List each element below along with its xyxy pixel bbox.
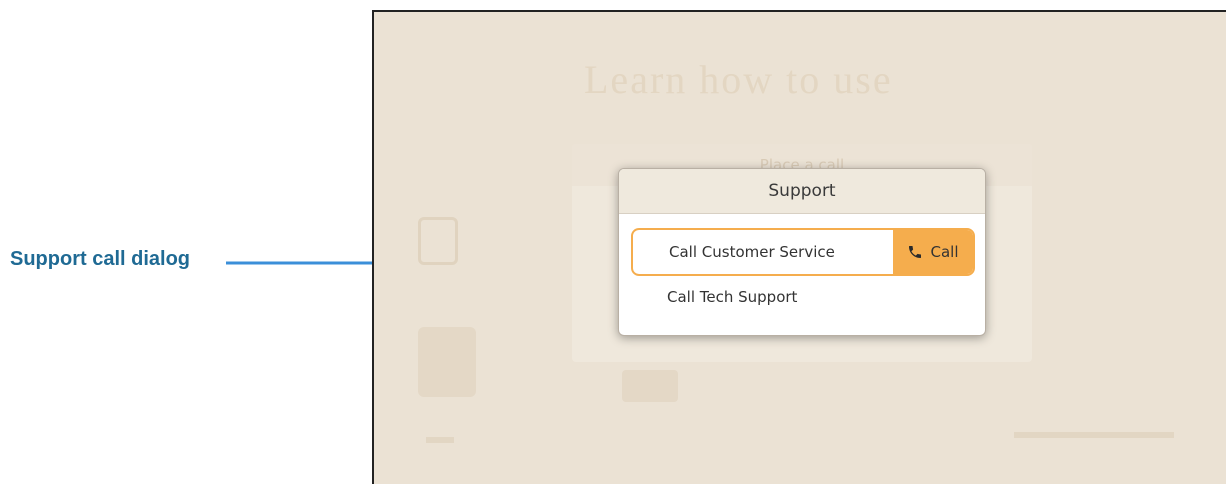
phone-icon (909, 246, 922, 258)
background-keyboard-icon (622, 370, 678, 402)
dialog-title: Support (619, 169, 985, 214)
background-phone-icon (418, 217, 458, 265)
call-tech-support-item[interactable]: Call Tech Support (631, 277, 971, 317)
background-title: Learn how to use (584, 57, 893, 100)
call-customer-service-label: Call Customer Service (669, 243, 835, 261)
background-divider (1014, 432, 1174, 438)
support-dialog: Support Call Customer Service Call Call … (618, 168, 986, 336)
call-button-label: Call (930, 243, 959, 261)
app-screen: Learn how to use Place a call Support Ca… (372, 10, 1226, 484)
call-tech-support-label: Call Tech Support (667, 288, 798, 306)
background-contact-icon (418, 327, 476, 397)
background-divider (426, 437, 454, 443)
call-customer-service-item[interactable]: Call Customer Service Call (631, 228, 975, 276)
callout-label: Support call dialog (10, 248, 191, 270)
call-button[interactable]: Call (893, 230, 973, 274)
